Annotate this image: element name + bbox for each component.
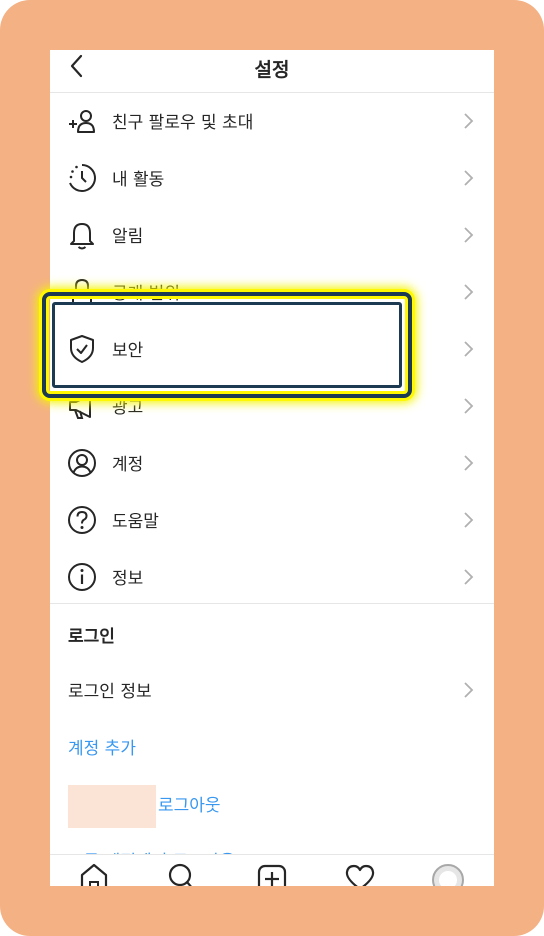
bell-icon [70,223,94,250]
settings-item-notifications[interactable]: 알림 [50,206,494,263]
settings-item-label: 내 활동 [112,170,165,190]
chevron-right-icon [464,569,474,585]
help-icon [68,506,96,534]
chevron-right-icon [464,398,474,414]
account-icon [68,449,96,477]
chevron-right-icon [464,455,474,471]
new-post-icon[interactable] [252,861,292,886]
settings-item-my-activity[interactable]: 내 활동 [50,149,494,206]
settings-item-label: 친구 팔로우 및 초대 [112,113,254,133]
chevron-right-icon [464,113,474,129]
chevron-right-icon [464,341,474,357]
home-icon[interactable] [74,861,114,886]
settings-item-about[interactable]: 정보 [50,548,494,605]
add-person-icon [69,110,95,133]
settings-item-label: 정보 [112,569,144,589]
settings-item-label: 도움말 [112,512,159,532]
activity-clock-icon [69,164,96,192]
login-section-title: 로그인 [68,627,115,647]
profile-avatar-icon[interactable] [428,861,468,886]
settings-item-follow-invite[interactable]: 친구 팔로우 및 초대 [50,92,494,149]
search-icon[interactable] [161,861,201,886]
activity-heart-icon[interactable] [340,861,380,886]
settings-item-label: 알림 [112,227,144,247]
device-frame: 설정 친구 팔로우 및 초대 내 활동 알림 공개 범위 보안 광고 계정 도움… [0,0,544,936]
chevron-right-icon [464,284,474,300]
chevron-right-icon [464,512,474,528]
page-title: 설정 [254,59,290,81]
login-info-label: 로그인 정보 [68,682,152,702]
header: 설정 [50,50,494,93]
settings-screen: 설정 친구 팔로우 및 초대 내 활동 알림 공개 범위 보안 광고 계정 도움… [50,50,494,886]
add-account-link[interactable]: 계정 추가 [68,734,136,759]
chevron-right-icon [464,227,474,243]
bottom-tab-bar [50,854,494,886]
section-divider [50,603,494,604]
chevron-right-icon [464,682,474,698]
settings-item-label: 계정 [112,455,144,475]
settings-item-account[interactable]: 계정 [50,434,494,491]
login-info-item[interactable]: 로그인 정보 [50,661,494,717]
info-icon [68,563,96,591]
highlight-box-inner [52,302,402,388]
redacted-username [68,785,156,828]
settings-item-help[interactable]: 도움말 [50,491,494,548]
chevron-right-icon [464,170,474,186]
logout-link[interactable]: 로그아웃 [158,791,221,816]
